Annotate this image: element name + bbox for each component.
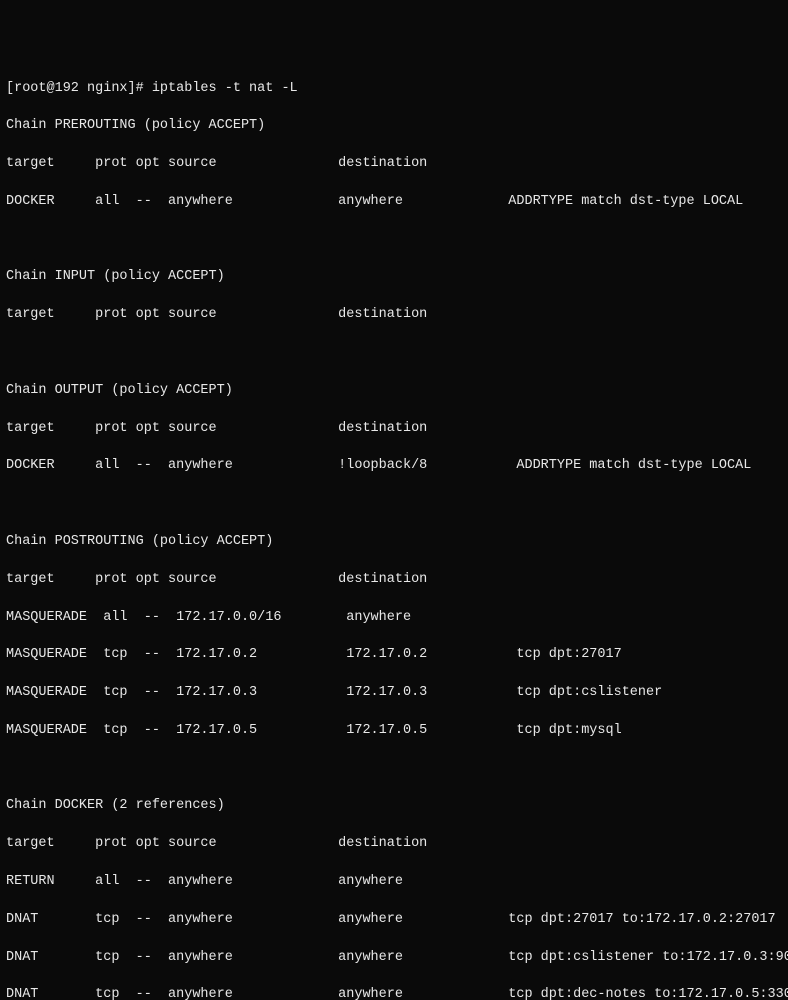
chain-header: target prot opt source destination xyxy=(6,571,782,590)
chain-header: target prot opt source destination xyxy=(6,835,782,854)
chain-title: Chain DOCKER (2 references) xyxy=(6,797,782,816)
blank-line xyxy=(6,760,782,779)
chain-title: Chain OUTPUT (policy ACCEPT) xyxy=(6,382,782,401)
iptables-rule: DNAT tcp -- anywhere anywhere tcp dpt:27… xyxy=(6,911,782,930)
iptables-rule: DOCKER all -- anywhere !loopback/8 ADDRT… xyxy=(6,457,782,476)
blank-line xyxy=(6,495,782,514)
iptables-rule: RETURN all -- anywhere anywhere xyxy=(6,873,782,892)
chain-title: Chain POSTROUTING (policy ACCEPT) xyxy=(6,533,782,552)
iptables-rule: MASQUERADE tcp -- 172.17.0.3 172.17.0.3 … xyxy=(6,684,782,703)
chain-header: target prot opt source destination xyxy=(6,306,782,325)
iptables-rule: MASQUERADE tcp -- 172.17.0.5 172.17.0.5 … xyxy=(6,722,782,741)
iptables-rule: DNAT tcp -- anywhere anywhere tcp dpt:de… xyxy=(6,986,782,1000)
iptables-rule: DNAT tcp -- anywhere anywhere tcp dpt:cs… xyxy=(6,949,782,968)
blank-line xyxy=(6,344,782,363)
iptables-rule: MASQUERADE all -- 172.17.0.0/16 anywhere xyxy=(6,609,782,628)
iptables-rule: MASQUERADE tcp -- 172.17.0.2 172.17.0.2 … xyxy=(6,646,782,665)
chain-header: target prot opt source destination xyxy=(6,420,782,439)
iptables-rule: DOCKER all -- anywhere anywhere ADDRTYPE… xyxy=(6,193,782,212)
chain-header: target prot opt source destination xyxy=(6,155,782,174)
prompt-line: [root@192 nginx]# iptables -t nat -L xyxy=(6,80,782,99)
blank-line xyxy=(6,231,782,250)
chain-title: Chain INPUT (policy ACCEPT) xyxy=(6,268,782,287)
chain-title: Chain PREROUTING (policy ACCEPT) xyxy=(6,117,782,136)
